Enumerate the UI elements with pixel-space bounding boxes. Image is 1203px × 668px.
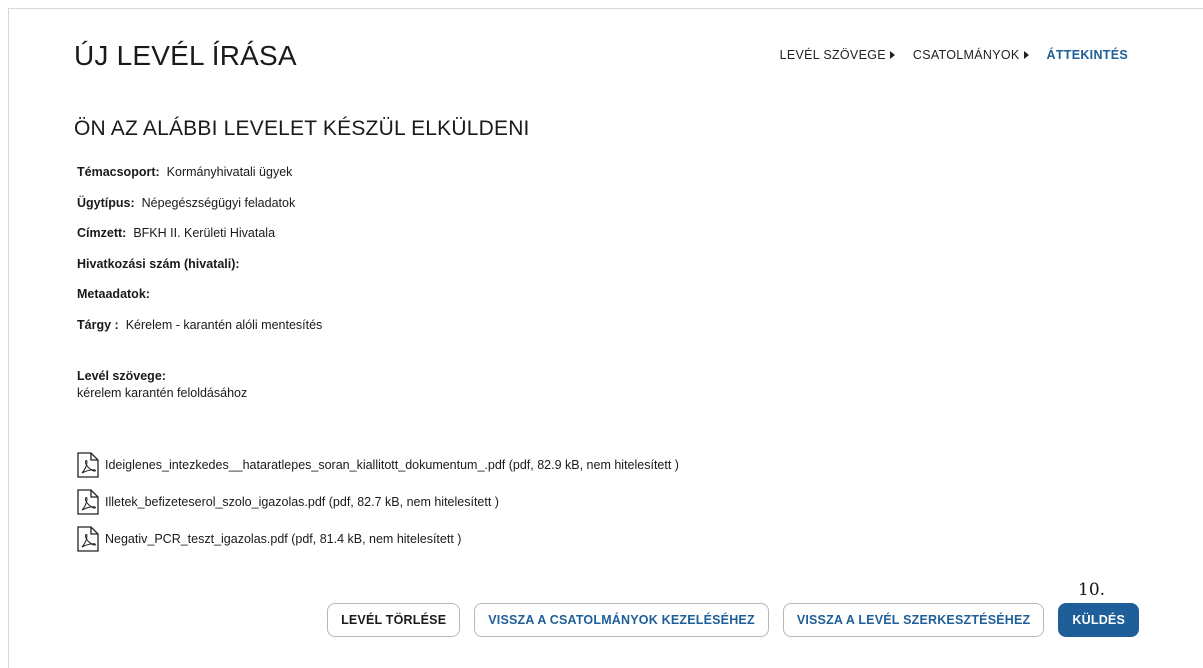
field-targy: Tárgy : Kérelem - karantén alóli mentesí… <box>77 318 322 349</box>
attachment-list: Ideiglenes_intezkedes__hataratlepes_sora… <box>76 446 679 557</box>
letter-body: Levél szövege: kérelem karantén feloldás… <box>77 368 247 402</box>
field-temacsoport: Témacsoport: Kormányhivatali ügyek <box>77 165 322 196</box>
step-navigation: LEVÉL SZÖVEGE CSATOLMÁNYOK ÁTTEKINTÉS <box>780 48 1128 62</box>
back-to-attachments-button[interactable]: VISSZA A CSATOLMÁNYOK KEZELÉSÉHEZ <box>474 603 769 637</box>
step-levelszovege[interactable]: LEVÉL SZÖVEGE <box>780 48 895 62</box>
field-value: Kérelem - karantén alóli mentesítés <box>125 317 323 332</box>
step-number-marker: 10. <box>1078 580 1106 600</box>
pdf-file-icon <box>77 451 99 478</box>
step-label: CSATOLMÁNYOK <box>912 48 1020 62</box>
step-label: LEVÉL SZÖVEGE <box>779 48 886 62</box>
summary-fields: Témacsoport: Kormányhivatali ügyek Ügytí… <box>77 165 322 348</box>
field-metaadatok: Metaadatok: <box>77 287 322 318</box>
delete-letter-button[interactable]: LEVÉL TÖRLÉSE <box>327 603 461 637</box>
field-value: BFKH II. Kerületi Hivatala <box>133 226 276 240</box>
field-ugytipus: Ügytípus: Népegészségügyi feladatok <box>77 196 322 227</box>
attachment-item[interactable]: Illetek_befizeteserol_szolo_igazolas.pdf… <box>76 483 679 520</box>
field-label: Tárgy : <box>77 317 119 332</box>
back-to-edit-button[interactable]: VISSZA A LEVÉL SZERKESZTÉSÉHEZ <box>782 603 1045 637</box>
pdf-file-icon <box>77 525 99 552</box>
field-label: Témacsoport: <box>77 165 160 179</box>
letter-label: Levél szövege: <box>77 369 166 383</box>
action-buttons: LEVÉL TÖRLÉSE VISSZA A CSATOLMÁNYOK KEZE… <box>327 603 1139 637</box>
field-hivatkozasi-szam: Hivatkozási szám (hivatali): <box>77 257 322 288</box>
field-label: Ügytípus: <box>77 195 135 210</box>
field-label: Hivatkozási szám (hivatali): <box>77 256 240 271</box>
caret-right-icon <box>889 51 895 59</box>
field-label: Címzett: <box>77 226 127 240</box>
section-title: ÖN AZ ALÁBBI LEVELET KÉSZÜL ELKÜLDENI <box>74 117 530 140</box>
letter-text: kérelem karantén feloldásához <box>77 386 248 400</box>
field-label: Metaadatok: <box>77 287 150 301</box>
attachment-item[interactable]: Negativ_PCR_teszt_igazolas.pdf (pdf, 81.… <box>76 520 679 557</box>
attachment-item[interactable]: Ideiglenes_intezkedes__hataratlepes_sora… <box>76 446 679 483</box>
field-cimzett: Címzett: BFKH II. Kerületi Hivatala <box>77 226 322 257</box>
attachment-text: Negativ_PCR_teszt_igazolas.pdf (pdf, 81.… <box>105 531 462 546</box>
send-button[interactable]: KÜLDÉS <box>1058 603 1139 637</box>
attachment-text: Illetek_befizeteserol_szolo_igazolas.pdf… <box>105 494 499 509</box>
step-label: ÁTTEKINTÉS <box>1046 48 1128 62</box>
attachment-text: Ideiglenes_intezkedes__hataratlepes_sora… <box>105 457 679 472</box>
caret-right-icon <box>1023 51 1029 59</box>
page-title: ÚJ LEVÉL ÍRÁSA <box>74 40 297 71</box>
field-value: Népegészségügyi feladatok <box>141 195 296 210</box>
step-attekintes[interactable]: ÁTTEKINTÉS <box>1047 48 1128 62</box>
step-csatolmanyok[interactable]: CSATOLMÁNYOK <box>913 48 1029 62</box>
pdf-file-icon <box>77 488 99 515</box>
field-value: Kormányhivatali ügyek <box>166 165 293 179</box>
